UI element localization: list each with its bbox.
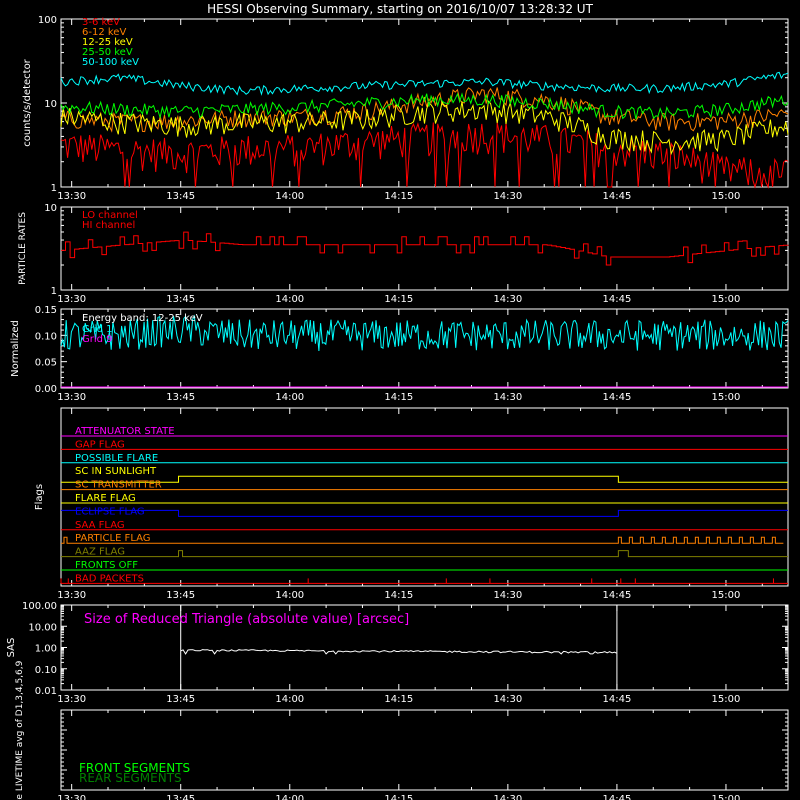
y-axis-label: counts/s/detector — [22, 58, 33, 146]
time-tick-label: 15:00 — [712, 191, 741, 202]
time-tick-label: 14:15 — [384, 392, 413, 403]
legend-entry: REAR SEGMENTS — [79, 771, 182, 785]
time-tick-label: 14:15 — [384, 294, 413, 305]
flag-label: ATTENUATOR STATE — [75, 426, 175, 437]
time-tick-label: 15:00 — [712, 590, 741, 601]
time-tick-label: 13:30 — [57, 191, 86, 202]
flag-label: POSSIBLE FLARE — [75, 453, 158, 464]
time-tick-label: 14:30 — [493, 694, 522, 705]
y-tick-label: 10 — [44, 203, 57, 214]
panel-frame — [60, 18, 789, 188]
flag-label: ECLIPSE FLAG — [75, 506, 145, 517]
time-tick-label: 13:45 — [166, 392, 195, 403]
series-LO-channel — [61, 231, 789, 266]
chart-title: HESSI Observing Summary, starting on 201… — [207, 2, 593, 16]
y-tick-label: 10.00 — [28, 622, 57, 633]
time-tick-label: 13:45 — [166, 294, 195, 305]
time-tick-label: 14:00 — [275, 392, 304, 403]
time-tick-label: 13:30 — [57, 694, 86, 705]
flag-label: BAD PACKETS — [75, 573, 144, 584]
y-axis-label: SAS — [6, 638, 17, 658]
time-tick-label: 14:30 — [493, 794, 522, 800]
flag-line — [61, 536, 784, 544]
y-tick-label: 0.15 — [35, 305, 57, 316]
y-tick-label: 0.10 — [35, 665, 57, 676]
y-axis-label: PARTICLE RATES — [18, 212, 28, 285]
time-tick-label: 14:15 — [384, 694, 413, 705]
legend-entry: 50-100 keV — [82, 57, 139, 68]
y-tick-label: 100.00 — [22, 601, 57, 612]
time-tick-label: 13:30 — [57, 294, 86, 305]
time-tick-label: 14:00 — [275, 694, 304, 705]
flag-line — [61, 550, 788, 558]
panel-frame — [60, 206, 789, 291]
time-tick-label: 14:45 — [602, 294, 631, 305]
y-axis-label: Mon. Rate LIVETIME avg of D1,3,4,5,6,9 — [15, 660, 25, 800]
time-tick-label: 15:00 — [712, 794, 741, 800]
flag-line — [61, 509, 788, 517]
time-tick-label: 13:45 — [166, 794, 195, 800]
observing-summary-page: HESSI Observing Summary, starting on 201… — [0, 0, 800, 800]
time-tick-label: 14:45 — [602, 794, 631, 800]
energy-band-annotation: Energy band: 12-25 keV — [82, 313, 203, 324]
flag-label: SAA FLAG — [75, 520, 125, 531]
y-tick-label: 10 — [44, 99, 57, 110]
y-tick-label: 0.00 — [35, 384, 57, 395]
flag-label: SC IN SUNLIGHT — [75, 466, 157, 477]
flag-label: PARTICLE FLAG — [75, 533, 151, 544]
time-tick-label: 15:00 — [712, 694, 741, 705]
legend-entry: Grid 9 — [82, 334, 113, 345]
time-tick-label: 15:00 — [712, 392, 741, 403]
time-tick-label: 15:00 — [712, 294, 741, 305]
series-50-100-keV — [60, 71, 789, 96]
flag-label: GAP FLAG — [75, 439, 125, 450]
flag-label: FLARE FLAG — [75, 493, 136, 504]
flag-label: FRONTS OFF — [75, 560, 138, 571]
time-tick-label: 14:45 — [602, 694, 631, 705]
time-tick-label: 14:30 — [493, 392, 522, 403]
flag-label: AAZ FLAG — [75, 547, 125, 558]
time-tick-label: 13:30 — [57, 392, 86, 403]
time-tick-label: 14:45 — [602, 392, 631, 403]
time-tick-label: 14:00 — [275, 794, 304, 800]
time-tick-label: 14:45 — [602, 590, 631, 601]
time-tick-label: 14:15 — [384, 191, 413, 202]
legend-entry: HI channel — [82, 220, 135, 231]
time-tick-label: 13:30 — [57, 590, 86, 601]
time-tick-label: 14:15 — [384, 794, 413, 800]
y-tick-label: 0.01 — [35, 686, 57, 697]
y-tick-label: 0.05 — [35, 358, 57, 369]
time-tick-label: 13:30 — [57, 794, 86, 800]
summary-chart: HESSI Observing Summary, starting on 201… — [6, 2, 789, 800]
time-tick-label: 14:00 — [275, 294, 304, 305]
series-3-6-keV — [60, 122, 789, 189]
y-axis-label: Flags — [34, 484, 45, 510]
time-tick-label: 14:00 — [275, 191, 304, 202]
time-tick-label: 13:45 — [166, 191, 195, 202]
flag-label: SC TRANSMITTER — [75, 480, 162, 491]
y-tick-label: 1.00 — [35, 644, 57, 655]
flag-line — [61, 475, 788, 483]
sas-annotation: Size of Reduced Triangle (absolute value… — [84, 612, 409, 627]
time-tick-label: 14:30 — [493, 191, 522, 202]
panel-6: 13:30 13:45 14:00 14:15 14:30 14:45 15:00 — [57, 709, 789, 800]
time-tick-label: 14:00 — [275, 590, 304, 601]
time-tick-label: 14:45 — [602, 191, 631, 202]
y-axis-label: Normalized — [10, 320, 21, 377]
y-tick-label: 0.10 — [35, 331, 57, 342]
time-tick-label: 14:30 — [493, 590, 522, 601]
time-tick-label: 14:15 — [384, 590, 413, 601]
y-tick-label: 1 — [51, 183, 57, 194]
y-tick-label: 100 — [38, 15, 57, 26]
time-tick-label: 13:45 — [166, 694, 195, 705]
y-tick-label: 1 — [51, 286, 57, 297]
time-tick-label: 14:30 — [493, 294, 522, 305]
time-tick-label: 13:45 — [166, 590, 195, 601]
